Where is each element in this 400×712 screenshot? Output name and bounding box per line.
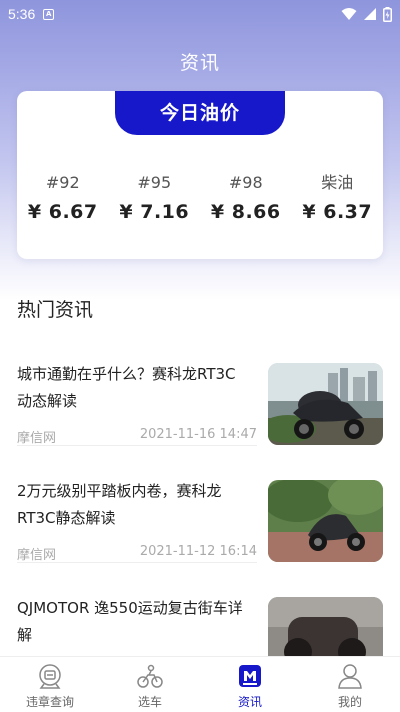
oil-price-card: 今日油价 #92 ¥ 6.67 #95 ¥ 7.16 #98 ¥ 8.66 柴油…: [17, 91, 383, 259]
news-item[interactable]: 2万元级别平踏板内卷，赛科龙RT3C静态解读 摩信网 2021-11-12 16…: [17, 478, 383, 563]
news-thumbnail: [268, 363, 383, 445]
oil-price-item-98: #98 ¥ 8.66: [201, 173, 291, 223]
news-time: 2021-11-16 14:47: [139, 427, 257, 442]
motorcycle-icon: [137, 664, 163, 688]
tab-label: 我的: [337, 695, 362, 709]
news-time: 2021-11-12 16:14: [139, 544, 257, 559]
news-meta: 摩信网 2021-11-16 14:47: [17, 427, 257, 446]
oil-price-row: #92 ¥ 6.67 #95 ¥ 7.16 #98 ¥ 8.66 柴油 ¥ 6.…: [17, 173, 383, 223]
news-thumbnail: [268, 480, 383, 562]
tab-label: 资讯: [237, 695, 262, 709]
status-time: 5:36: [8, 6, 36, 22]
oil-grade-label: 柴油: [321, 173, 354, 192]
news-icon: [239, 665, 261, 687]
oil-grade-label: #98: [228, 173, 263, 192]
status-bar: 5:36 A: [0, 0, 400, 28]
oil-price-value: ¥ 6.67: [27, 201, 98, 223]
tab-profile[interactable]: 我的: [300, 657, 400, 712]
oil-price-value: ¥ 6.37: [302, 201, 373, 223]
oil-price-value: ¥ 8.66: [210, 201, 281, 223]
oil-price-item-92: #92 ¥ 6.67: [18, 173, 108, 223]
tab-label: 选车: [137, 695, 162, 709]
oil-grade-label: #95: [137, 173, 172, 192]
news-source: 摩信网: [17, 548, 57, 563]
news-title: QJMOTOR 逸550运动复古街车详解: [17, 599, 243, 644]
signal-icon: [364, 8, 376, 20]
wifi-icon: [341, 8, 357, 20]
oil-price-item-diesel: 柴油 ¥ 6.37: [292, 173, 382, 223]
profile-icon: [338, 664, 362, 689]
news-item[interactable]: 城市通勤在乎什么？赛科龙RT3C动态解读 摩信网 2021-11-16 14:4…: [17, 361, 383, 446]
news-title: 2万元级别平踏板内卷，赛科龙RT3C静态解读: [17, 482, 222, 527]
oil-grade-label: #92: [45, 173, 80, 192]
tab-news[interactable]: 资讯: [200, 657, 300, 712]
page-title: 资讯: [179, 52, 220, 74]
oil-price-badge: 今日油价: [115, 91, 285, 135]
oil-price-item-95: #95 ¥ 7.16: [109, 173, 199, 223]
oil-price-value: ¥ 7.16: [119, 201, 190, 223]
tab-label: 违章查询: [25, 695, 74, 709]
tab-violation-query[interactable]: 违章查询: [0, 657, 100, 712]
notification-icon: A: [43, 8, 55, 20]
divider: [17, 562, 257, 563]
news-title: 城市通勤在乎什么？赛科龙RT3C动态解读: [17, 365, 236, 410]
bottom-tab-bar: 违章查询 选车 资讯 我的: [0, 656, 400, 712]
hot-news-title: 热门资讯: [17, 299, 94, 321]
tab-select-car[interactable]: 选车: [100, 657, 200, 712]
violation-query-icon: [39, 664, 61, 689]
battery-icon: [383, 6, 392, 22]
divider: [17, 445, 257, 446]
news-meta: 摩信网 2021-11-12 16:14: [17, 544, 257, 563]
news-source: 摩信网: [17, 431, 57, 446]
